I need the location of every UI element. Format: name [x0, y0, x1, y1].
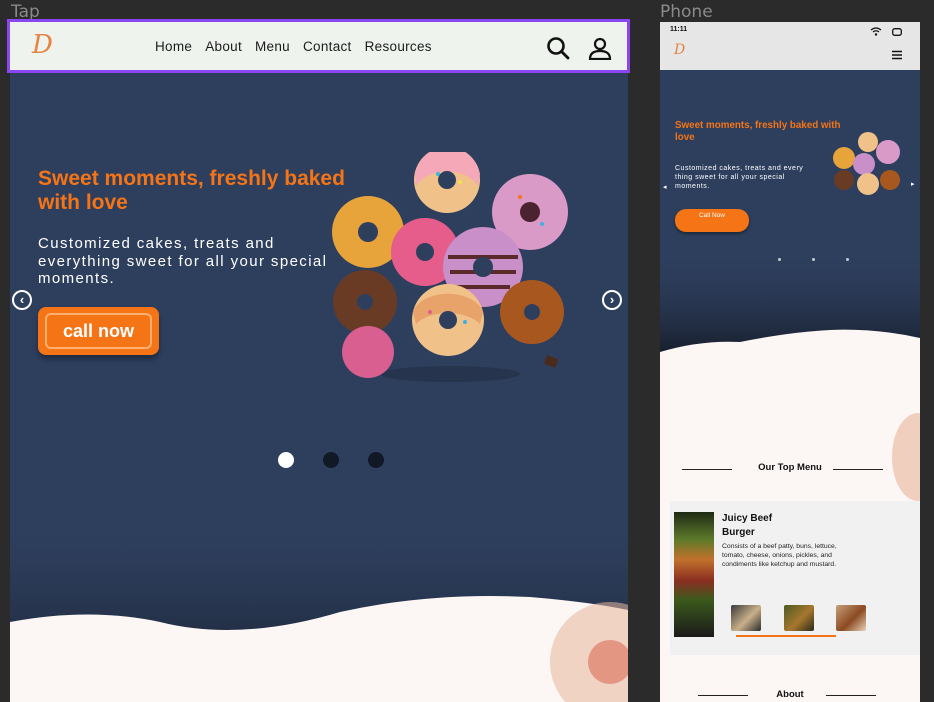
phone-call-now-button[interactable]: Call Now: [675, 209, 749, 232]
carousel-next-icon[interactable]: ›: [602, 290, 622, 310]
carousel-dot-1[interactable]: [278, 452, 294, 468]
tablet-frame-label: Tap: [11, 2, 40, 22]
menu-card[interactable]: Juicy Beef Burger Consists of a beef pat…: [670, 501, 920, 655]
call-now-label: call now: [45, 313, 152, 349]
dish-name: Juicy Beef Burger: [722, 513, 773, 538]
top-menu-rule-left: [682, 469, 732, 470]
nav-link-menu[interactable]: Menu: [255, 39, 290, 54]
call-now-button[interactable]: call now: [38, 307, 159, 355]
dish-thumbnail-3[interactable]: [836, 605, 866, 631]
carousel-dot-2[interactable]: [323, 452, 339, 468]
hamburger-menu-icon[interactable]: [891, 50, 903, 60]
nav-links: Home About Menu Contact Resources: [155, 39, 432, 54]
search-icon[interactable]: [546, 36, 570, 60]
phone-donuts-image: [833, 132, 900, 195]
top-menu-rule-right: [833, 469, 883, 470]
status-time: 11:11: [670, 26, 688, 33]
phone-hero-title: Sweet moments, freshly baked with love: [675, 120, 841, 143]
battery-icon: [892, 28, 902, 36]
phone-frame: 11:11 D Sweet moments, freshly baked wit…: [660, 22, 920, 702]
carousel-dots: [278, 452, 384, 468]
dish-description: Consists of a beef patty, buns, lettuce,…: [722, 543, 837, 568]
user-icon[interactable]: [588, 36, 612, 60]
dish-thumbnail-2[interactable]: [784, 605, 814, 631]
nav-link-resources[interactable]: Resources: [365, 39, 432, 54]
phone-decor-image: [892, 413, 920, 501]
wifi-icon: [870, 27, 882, 36]
phone-carousel-prev-icon[interactable]: ◂: [663, 183, 667, 191]
phone-logo[interactable]: D: [674, 42, 685, 58]
tablet-frame: D Home About Menu Contact Resources Swee…: [10, 22, 628, 702]
nav-link-about[interactable]: About: [205, 39, 242, 54]
nav-link-contact[interactable]: Contact: [303, 39, 352, 54]
about-title: About: [776, 689, 804, 700]
about-rule-left: [698, 695, 748, 696]
phone-hero-subtitle: Customized cakes, treats and every thing…: [675, 165, 804, 190]
logo[interactable]: D: [32, 30, 53, 60]
top-menu-title: Our Top Menu: [758, 462, 822, 473]
carousel-dot-3[interactable]: [368, 452, 384, 468]
thumbnail-indicator-bar: [736, 635, 836, 637]
burger-image: [674, 512, 714, 637]
carousel-prev-icon[interactable]: ‹: [12, 290, 32, 310]
phone-carousel-next-icon[interactable]: ▸: [911, 180, 915, 188]
phone-frame-label: Phone: [660, 2, 713, 22]
phone-header: 11:11 D: [660, 22, 920, 70]
donuts-image: [332, 152, 568, 382]
phone-wave-divider: [660, 242, 920, 362]
dish-thumbnail-1[interactable]: [731, 605, 761, 631]
navbar: D Home About Menu Contact Resources: [10, 22, 628, 70]
nav-link-home[interactable]: Home: [155, 39, 192, 54]
hero-subtitle: Customized cakes, treats and everything …: [38, 235, 328, 287]
wave-divider: [10, 502, 628, 702]
about-rule-right: [826, 695, 876, 696]
nav-icons: [546, 36, 612, 60]
